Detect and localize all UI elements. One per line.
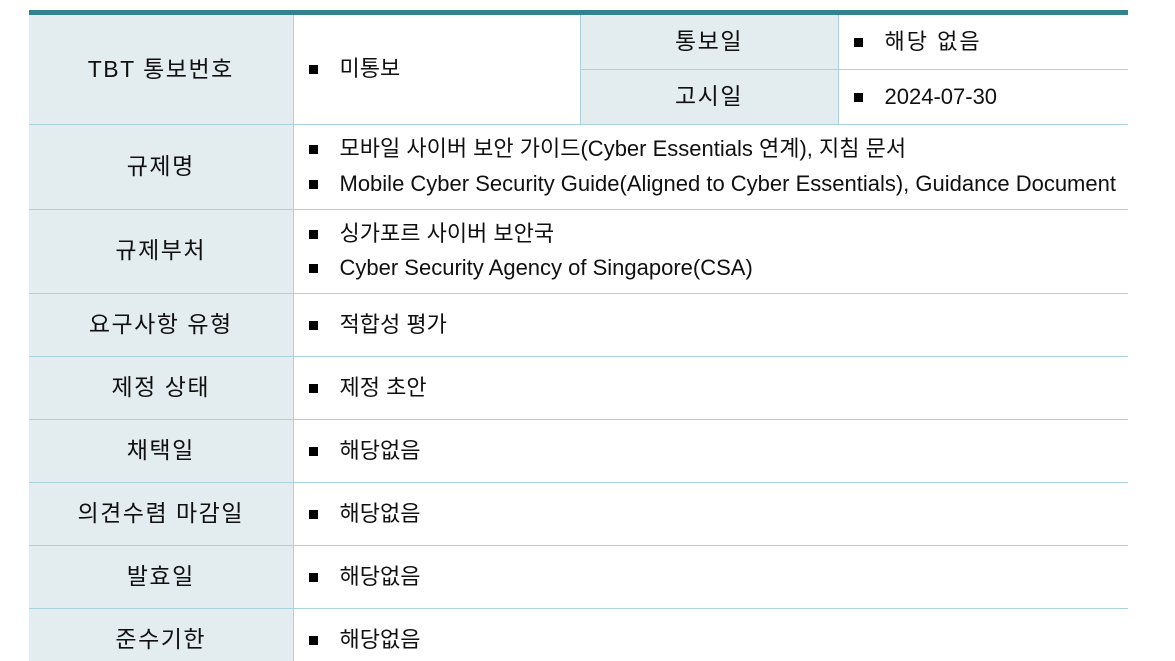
value-enactment-status: 제정 초안 <box>292 356 1128 420</box>
list-item: 모바일 사이버 보안 가이드(Cyber Essentials 연계), 지침 … <box>302 132 1119 167</box>
value-comment-deadline: 해당없음 <box>292 482 1128 546</box>
bullet-list: 2024-07-30 <box>847 80 1119 115</box>
value-regulation-name: 모바일 사이버 보안 가이드(Cyber Essentials 연계), 지침 … <box>292 124 1128 210</box>
table-row-regulation-name: 규제명 모바일 사이버 보안 가이드(Cyber Essentials 연계),… <box>29 124 1128 210</box>
list-item: 싱가포르 사이버 보안국 <box>302 217 1119 252</box>
table-row-comment-deadline: 의견수렴 마감일 해당없음 <box>29 482 1128 546</box>
label-comment-deadline: 의견수렴 마감일 <box>29 482 294 546</box>
bullet-list: 해당없음 <box>302 560 1119 595</box>
table-row-regulating-body: 규제부처 싱가포르 사이버 보안국 Cyber Security Agency … <box>29 208 1128 294</box>
value-notify-date: 해당 없음 <box>837 12 1128 70</box>
bullet-list: 해당없음 <box>302 434 1119 469</box>
value-requirement-type: 적합성 평가 <box>292 293 1128 357</box>
table-row-compliance-deadline: 준수기한 해당없음 <box>29 608 1128 661</box>
bullet-list: 모바일 사이버 보안 가이드(Cyber Essentials 연계), 지침 … <box>302 132 1119 202</box>
value-adoption-date: 해당없음 <box>292 419 1128 483</box>
bullet-list: 적합성 평가 <box>302 308 1119 343</box>
label-enactment-status: 제정 상태 <box>29 356 294 420</box>
list-item: 제정 초안 <box>302 371 1119 406</box>
label-notify-date: 통보일 <box>579 12 839 70</box>
value-compliance-deadline: 해당없음 <box>292 608 1128 661</box>
value-effective-date: 해당없음 <box>292 545 1128 609</box>
list-item: 미통보 <box>302 52 570 87</box>
label-regulation-name: 규제명 <box>29 124 294 210</box>
list-item: 해당 없음 <box>847 25 1119 60</box>
label-notice-date: 고시일 <box>580 69 839 125</box>
table-row-enactment-status: 제정 상태 제정 초안 <box>29 356 1128 420</box>
bullet-list: 싱가포르 사이버 보안국 Cyber Security Agency of Si… <box>302 217 1119 287</box>
value-notice-date: 2024-07-30 <box>837 69 1128 125</box>
label-effective-date: 발효일 <box>29 545 294 609</box>
list-item: 해당없음 <box>302 560 1119 595</box>
label-tbt-number: TBT 통보번호 <box>29 12 294 125</box>
label-regulating-body: 규제부처 <box>29 208 294 294</box>
list-item: 2024-07-30 <box>847 80 1119 115</box>
bullet-list: 미통보 <box>302 52 570 87</box>
list-item: 해당없음 <box>302 434 1119 469</box>
bullet-list: 해당없음 <box>302 623 1119 658</box>
label-requirement-type: 요구사항 유형 <box>29 293 294 357</box>
value-tbt-number: 미통보 <box>292 12 581 125</box>
label-adoption-date: 채택일 <box>29 419 294 483</box>
document-page: TBT 통보번호 미통보 통보일 해당 없음 고시일 2024-07-30 규제… <box>0 0 1175 661</box>
table-row-requirement-type: 요구사항 유형 적합성 평가 <box>29 293 1128 357</box>
list-item: Cyber Security Agency of Singapore(CSA) <box>302 251 1119 286</box>
list-item: 적합성 평가 <box>302 308 1119 343</box>
bullet-list: 해당 없음 <box>847 25 1119 60</box>
tbt-summary-table: TBT 통보번호 미통보 통보일 해당 없음 고시일 2024-07-30 규제… <box>29 10 1128 661</box>
value-regulating-body: 싱가포르 사이버 보안국 Cyber Security Agency of Si… <box>292 208 1128 294</box>
bullet-list: 제정 초안 <box>302 371 1119 406</box>
bullet-list: 해당없음 <box>302 497 1119 532</box>
list-item: 해당없음 <box>302 497 1119 532</box>
table-row-tbt-number: TBT 통보번호 미통보 통보일 해당 없음 <box>29 12 1128 125</box>
table-row-effective-date: 발효일 해당없음 <box>29 545 1128 609</box>
label-compliance-deadline: 준수기한 <box>29 608 294 661</box>
table-row-adoption-date: 채택일 해당없음 <box>29 419 1128 483</box>
list-item: Mobile Cyber Security Guide(Aligned to C… <box>302 167 1119 202</box>
list-item: 해당없음 <box>302 623 1119 658</box>
